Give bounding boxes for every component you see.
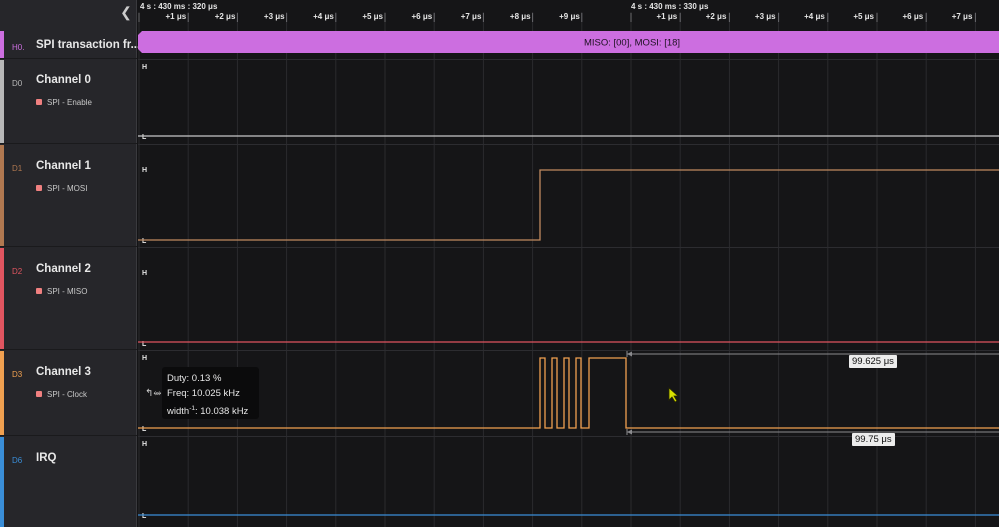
timeline-tick-label: +6 μs [412, 12, 433, 21]
channel-color-stripe [0, 351, 4, 435]
channel-index: D0 [12, 79, 23, 88]
timeline-tick-label: +6 μs [903, 12, 924, 21]
timeline-anchor-2: 4 s : 430 ms : 330 μs [631, 2, 709, 11]
analyzer-label: SPI - MISO [36, 287, 87, 296]
channel-index: H0. [12, 43, 25, 52]
analyzer-label-text: SPI - Enable [47, 98, 92, 107]
analyzer-dot-icon [36, 99, 42, 105]
channel-color-stripe [0, 437, 4, 527]
level-high-d2: H [142, 270, 147, 277]
timeline-tick-label: +8 μs [510, 12, 531, 21]
timeline-tick-label: +1 μs [657, 12, 678, 21]
plot-background [138, 0, 999, 527]
level-high-d1: H [142, 167, 147, 174]
channel-color-stripe [0, 31, 4, 58]
channel-title: SPI transaction fr... [36, 39, 141, 51]
channel-index: D6 [12, 456, 23, 465]
timeline-tick-label: +1 μs [166, 12, 187, 21]
measure-low-width-label[interactable]: 99.75 μs [852, 433, 895, 446]
timeline-tick-label: +5 μs [362, 12, 383, 21]
timeline-tick-label: +2 μs [706, 12, 727, 21]
analyzer-label-text: SPI - MOSI [47, 184, 88, 193]
timeline-tick-label: +7 μs [952, 12, 973, 21]
analyzer-frame-text: MISO: [00], MOSI: [18] [584, 38, 680, 49]
tooltip-duty: Duty: 0.13 % [167, 373, 222, 384]
tooltip-width: width-1: 10.038 kHz [167, 401, 259, 419]
analyzer-label: SPI - MOSI [36, 184, 87, 193]
channel-title: Channel 3 [36, 366, 91, 378]
timeline-tick-label: +4 μs [313, 12, 334, 21]
mouse-cursor-icon [668, 387, 680, 403]
channel-color-stripe [0, 145, 4, 246]
channel-sidebar: ❮ H0. SPI transaction fr... D0 Channel 0… [0, 0, 141, 527]
timeline-tick-label: +2 μs [215, 12, 236, 21]
level-low-d3: L [142, 426, 147, 433]
channel-row-d0[interactable]: D0 Channel 0 SPI - Enable [0, 60, 137, 144]
analyzer-label: SPI - Clock [36, 390, 87, 399]
tooltip-width-prefix: width [167, 406, 190, 418]
channel-title: Channel 2 [36, 263, 91, 275]
timeline-tick-label: +5 μs [853, 12, 874, 21]
channel-row-d1[interactable]: D1 Channel 1 SPI - MOSI [0, 145, 137, 247]
timeline-tick-label: +3 μs [264, 12, 285, 21]
tooltip-freq: Freq: 10.025 kHz [167, 388, 240, 399]
analyzer-frame-bubble[interactable] [138, 31, 999, 53]
channel-title: Channel 0 [36, 74, 91, 86]
analyzer-dot-icon [36, 288, 42, 294]
channel-color-stripe [0, 248, 4, 349]
analyzer-label: SPI - Enable [36, 98, 92, 107]
channel-row-h0[interactable]: H0. SPI transaction fr... [0, 31, 141, 59]
analyzer-label-text: SPI - MISO [47, 287, 88, 296]
timeline-anchor-1: 4 s : 430 ms : 320 μs [140, 2, 218, 11]
waveform-canvas[interactable]: 4 s : 430 ms : 320 μs 4 s : 430 ms : 330… [138, 0, 999, 527]
channel-row-d3[interactable]: D3 Channel 3 SPI - Clock [0, 351, 137, 436]
timeline-tick-label: +4 μs [804, 12, 825, 21]
level-high-d0: H [142, 64, 147, 71]
level-high-d6: H [142, 441, 147, 448]
timeline-tick-label: +7 μs [461, 12, 482, 21]
timeline-tick-label: +3 μs [755, 12, 776, 21]
measure-glyph-icon: ↰⥈ [145, 388, 162, 399]
tooltip-width-value: : 10.038 kHz [194, 406, 249, 418]
level-low-d6: L [142, 513, 147, 520]
channel-index: D2 [12, 267, 23, 276]
analyzer-label-text: SPI - Clock [47, 390, 88, 399]
waveform-plot[interactable]: 4 s : 430 ms : 320 μs 4 s : 430 ms : 330… [138, 0, 999, 527]
level-low-d1: L [142, 238, 147, 245]
level-high-d3: H [142, 355, 147, 362]
channel-color-stripe [0, 60, 4, 143]
measurement-tooltip: Duty: 0.13 % Freq: 10.025 kHz width-1: 1… [162, 367, 259, 419]
timeline-tick-label: +9 μs [559, 12, 580, 21]
analyzer-dot-icon [36, 391, 42, 397]
channel-index: D1 [12, 164, 23, 173]
level-low-d0: L [142, 134, 147, 141]
analyzer-dot-icon [36, 185, 42, 191]
channel-row-d6[interactable]: D6 IRQ [0, 437, 137, 527]
channel-title: IRQ [36, 452, 57, 464]
channel-title: Channel 1 [36, 160, 91, 172]
channel-index: D3 [12, 370, 23, 379]
chevron-left-icon[interactable]: ❮ [116, 2, 136, 22]
measure-high-width-label[interactable]: 99.625 μs [849, 355, 897, 368]
channel-row-d2[interactable]: D2 Channel 2 SPI - MISO [0, 248, 137, 350]
